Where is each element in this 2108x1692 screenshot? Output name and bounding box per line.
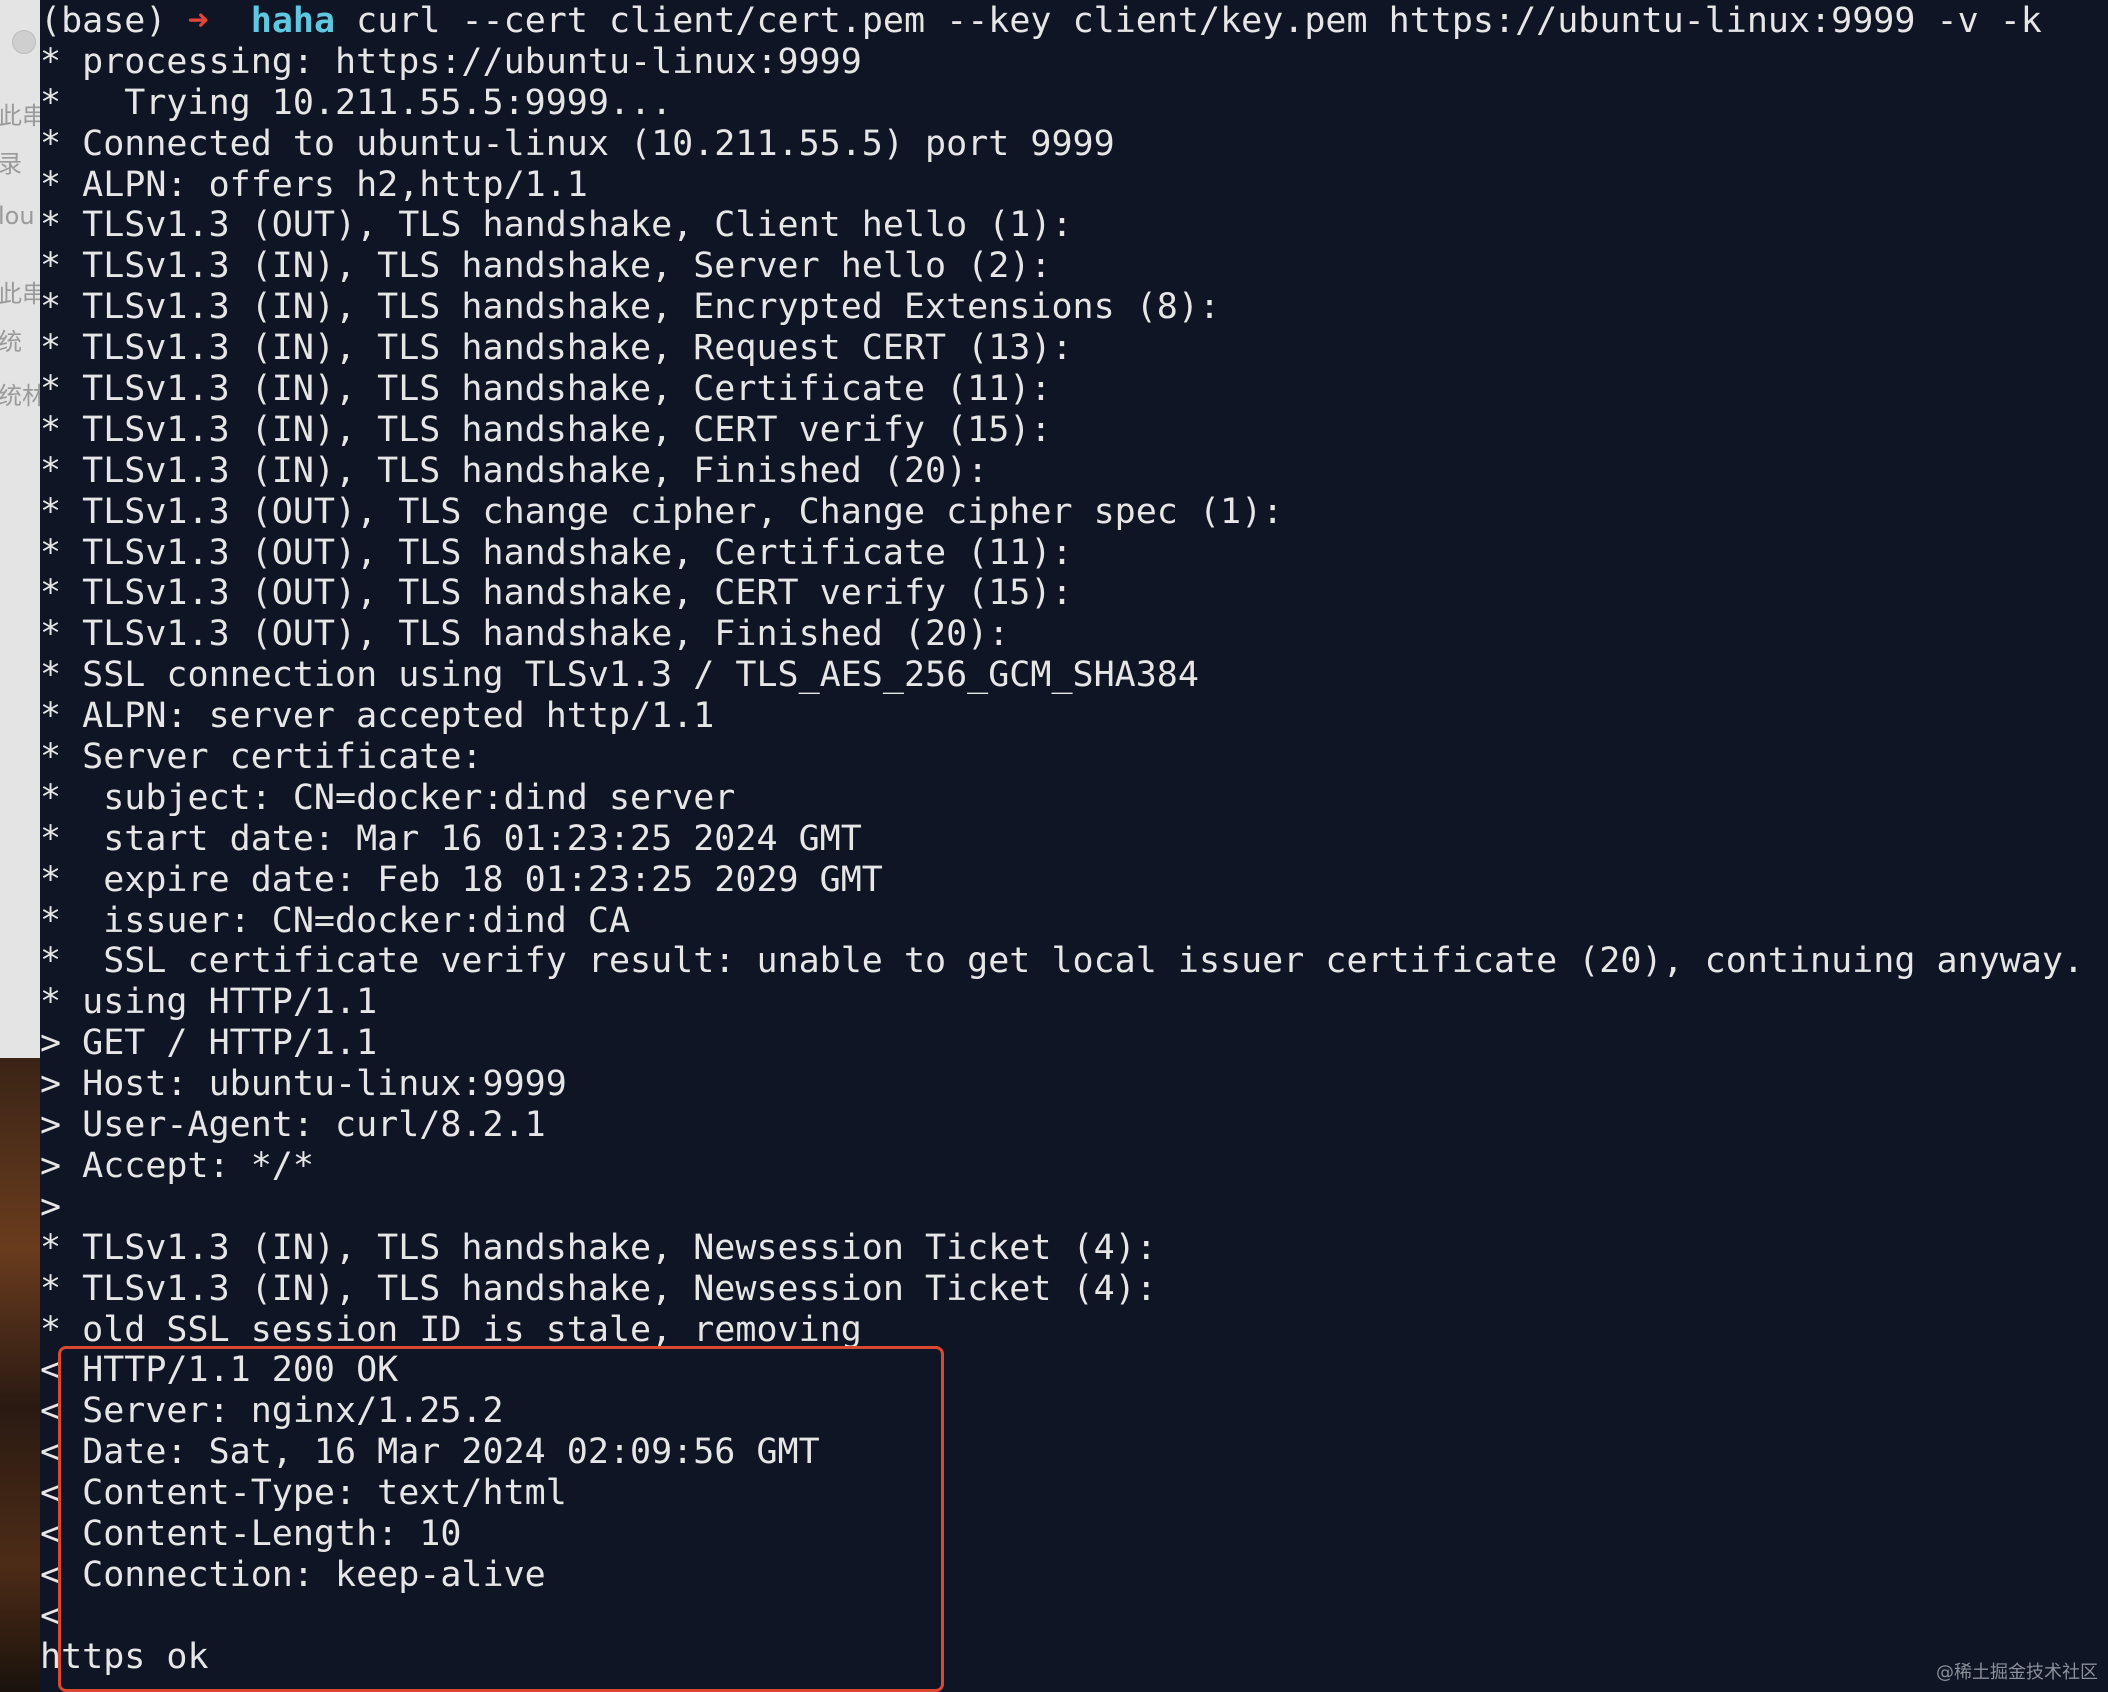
background-label: 统: [0, 328, 22, 356]
prompt-line: (base) ➜ haha curl --cert client/cert.pe…: [40, 1, 2084, 42]
prompt-env: (base): [40, 1, 167, 41]
terminal-output-line: * TLSv1.3 (OUT), TLS handshake, Finished…: [40, 614, 1010, 655]
terminal-output-line: < Content-Length: 10: [40, 1513, 462, 1554]
background-label: 此串: [0, 102, 40, 130]
window-control-icon[interactable]: [12, 30, 36, 54]
terminal-output-line: * Server certificate:: [40, 737, 483, 778]
terminal-output-line: * TLSv1.3 (OUT), TLS handshake, Client h…: [40, 205, 1073, 246]
terminal-output-line: * TLSv1.3 (OUT), TLS handshake, CERT ver…: [40, 573, 1073, 614]
terminal-window[interactable]: (base) ➜ haha curl --cert client/cert.pe…: [40, 0, 2108, 1692]
terminal-output-line: * start date: Mar 16 01:23:25 2024 GMT: [40, 818, 862, 859]
terminal-output-line: > User-Agent: curl/8.2.1: [40, 1105, 546, 1146]
terminal-output-line: < Content-Type: text/html: [40, 1473, 567, 1514]
terminal-output-line: * TLSv1.3 (OUT), TLS handshake, Certific…: [40, 532, 1073, 573]
terminal-output-line: * TLSv1.3 (OUT), TLS change cipher, Chan…: [40, 491, 1284, 532]
terminal-output-line: * ALPN: server accepted http/1.1: [40, 696, 715, 737]
desktop-wallpaper: [0, 1058, 40, 1692]
terminal-output-line: >: [40, 1186, 62, 1227]
terminal-output-line: * TLSv1.3 (IN), TLS handshake, Finished …: [40, 450, 989, 491]
terminal-output-line: > Accept: */*: [40, 1145, 314, 1186]
terminal-output-line: * subject: CN=docker:dind server: [40, 777, 736, 818]
terminal-output-line: * TLSv1.3 (IN), TLS handshake, Server he…: [40, 246, 1052, 287]
background-label: 录: [0, 150, 22, 178]
watermark: @稀土掘金技术社区: [1936, 1662, 2098, 1683]
terminal-output-line: < Connection: keep-alive: [40, 1554, 546, 1595]
background-window: 此串 录 lou 此串 统 统林: [0, 0, 40, 1058]
terminal-output-line: * using HTTP/1.1: [40, 982, 378, 1023]
terminal-output-line: > GET / HTTP/1.1: [40, 1023, 378, 1064]
terminal-output: (base) ➜ haha curl --cert client/cert.pe…: [40, 1, 2084, 1678]
terminal-output-line: < HTTP/1.1 200 OK: [40, 1350, 399, 1391]
terminal-output-line: * ALPN: offers h2,http/1.1: [40, 164, 588, 205]
background-window-edge: 此串 录 lou 此串 统 统林: [0, 0, 40, 1692]
terminal-output-line: * old SSL session ID is stale, removing: [40, 1309, 862, 1350]
terminal-output-line: * TLSv1.3 (IN), TLS handshake, Certifica…: [40, 369, 1052, 410]
prompt-arrow-icon: ➜: [187, 1, 209, 41]
terminal-output-line: * Trying 10.211.55.5:9999...: [40, 82, 673, 123]
terminal-output-line: * SSL certificate verify result: unable …: [40, 941, 2084, 982]
background-label: 此串: [0, 280, 40, 308]
terminal-output-line: https ok: [40, 1636, 209, 1677]
terminal-output-line: < Server: nginx/1.25.2: [40, 1391, 504, 1432]
terminal-output-line: * TLSv1.3 (IN), TLS handshake, Newsessio…: [40, 1268, 1157, 1309]
terminal-output-line: * processing: https://ubuntu-linux:9999: [40, 41, 862, 82]
background-label: lou: [0, 202, 35, 230]
terminal-output-line: > Host: ubuntu-linux:9999: [40, 1064, 567, 1105]
terminal-output-line: * TLSv1.3 (IN), TLS handshake, Encrypted…: [40, 287, 1221, 328]
screenshot: 此串 录 lou 此串 统 统林 (base) ➜ haha curl --ce…: [0, 0, 2108, 1692]
background-label: 统林: [0, 382, 40, 410]
prompt-command: curl --cert client/cert.pem --key client…: [356, 1, 2042, 41]
terminal-output-line: * expire date: Feb 18 01:23:25 2029 GMT: [40, 859, 883, 900]
terminal-output-line: * TLSv1.3 (IN), TLS handshake, Request C…: [40, 328, 1073, 369]
terminal-output-line: < Date: Sat, 16 Mar 2024 02:09:56 GMT: [40, 1432, 820, 1473]
terminal-output-line: <: [40, 1595, 62, 1636]
terminal-output-line: * Connected to ubuntu-linux (10.211.55.5…: [40, 123, 1115, 164]
terminal-output-line: * TLSv1.3 (IN), TLS handshake, Newsessio…: [40, 1227, 1157, 1268]
terminal-output-line: * issuer: CN=docker:dind CA: [40, 900, 631, 941]
terminal-output-line: * SSL connection using TLSv1.3 / TLS_AES…: [40, 655, 1199, 696]
prompt-directory: haha: [250, 1, 336, 41]
terminal-output-line: * TLSv1.3 (IN), TLS handshake, CERT veri…: [40, 409, 1052, 450]
